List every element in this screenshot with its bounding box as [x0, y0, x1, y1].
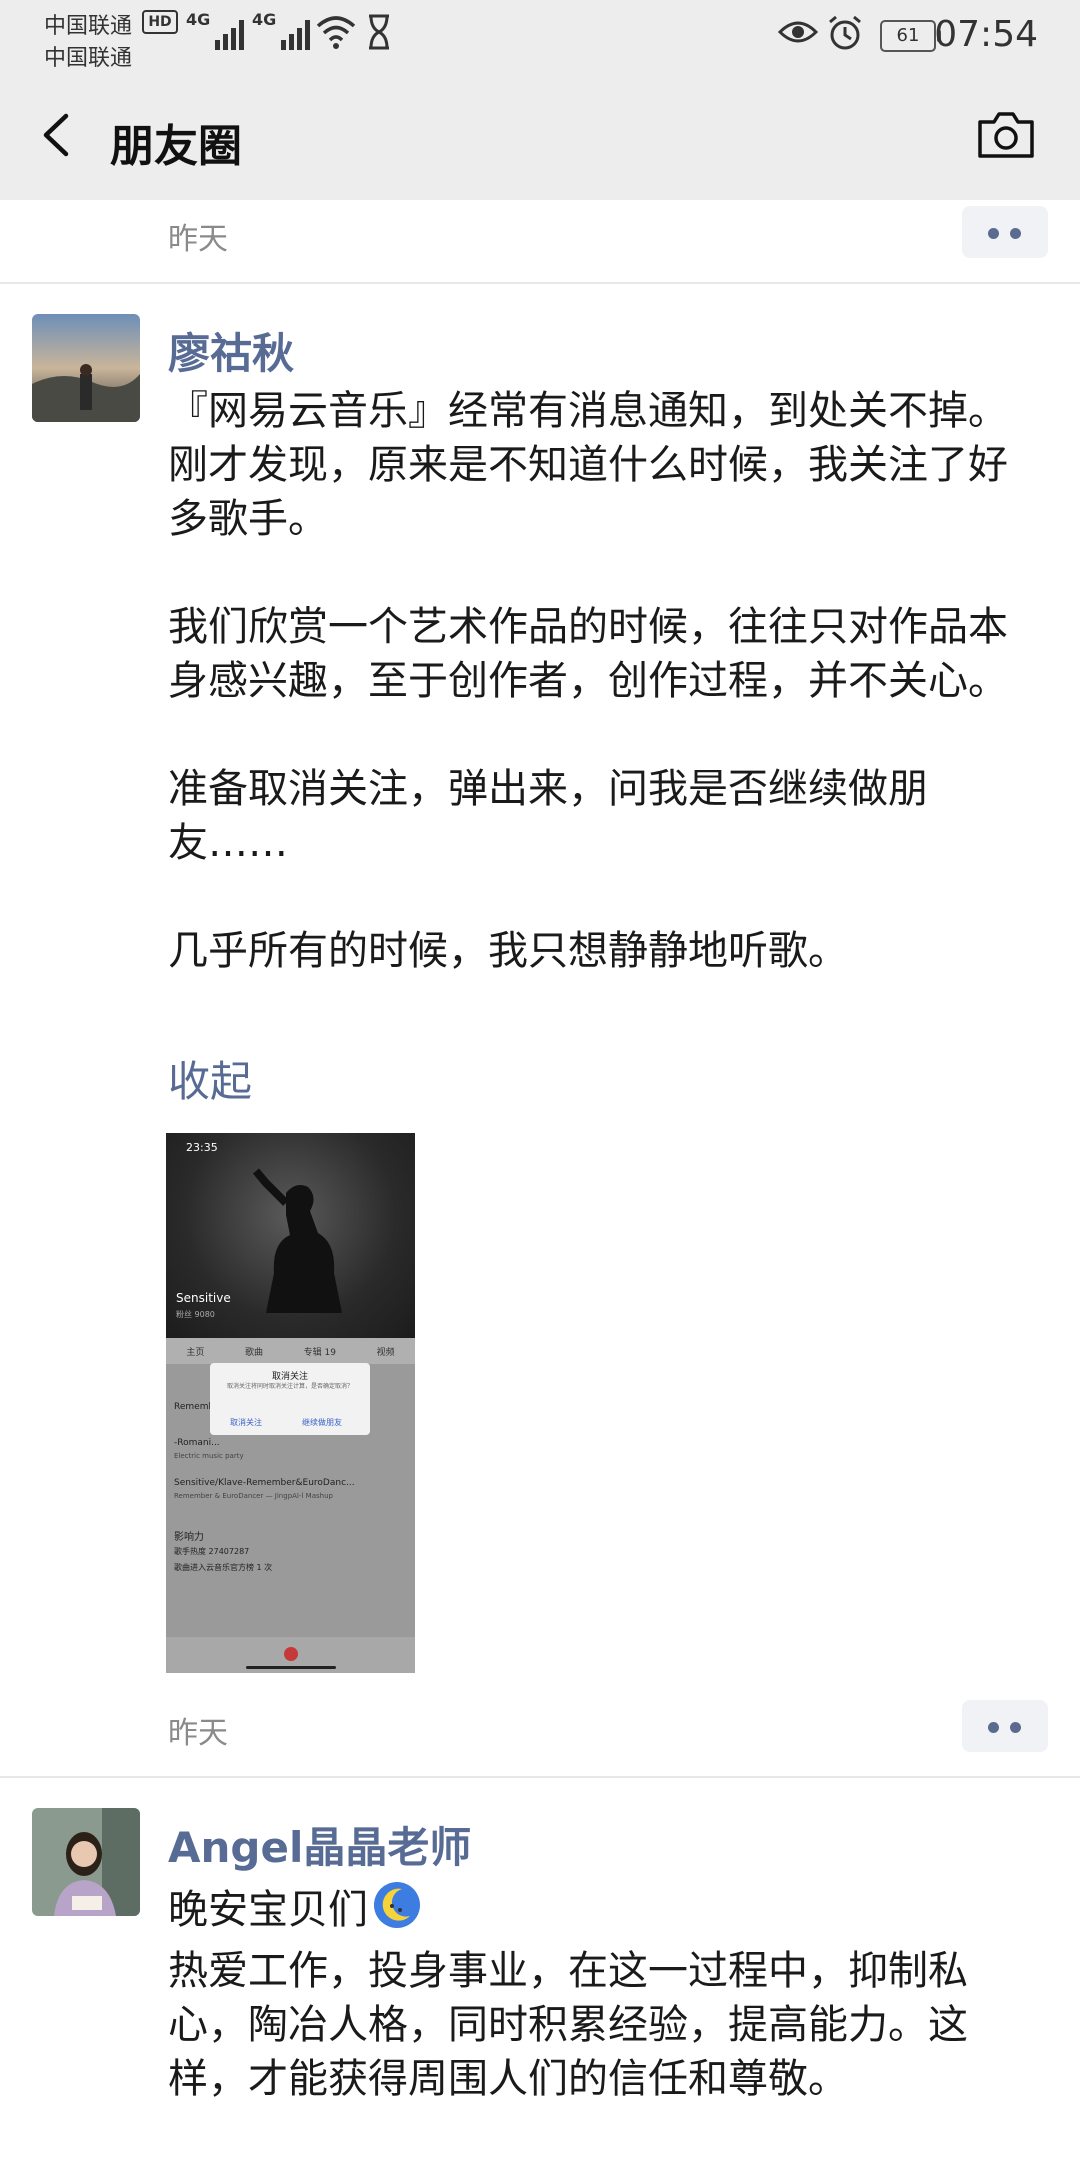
image-row: Sensitive/Klave-Remember&EuroDanc...: [174, 1478, 355, 1488]
post-time: 昨天: [168, 222, 228, 257]
post-paragraph: 几乎所有的时候，我只想静静地听歌。: [168, 928, 848, 974]
carrier-label-1: 中国联通: [44, 14, 133, 39]
image-home-indicator: [246, 1666, 336, 1669]
post-image[interactable]: 23:35 Sensitive 粉丝 9080 主页 歌曲 专辑 19 视频 R…: [166, 1133, 415, 1673]
image-dialog: 取消关注 取消关注将同时取消关注计算，是否确定取消？ 取消关注 继续做朋友: [210, 1363, 370, 1435]
image-row: 歌手热度 27407287: [174, 1547, 250, 1556]
image-dialog-keep: 继续做朋友: [302, 1418, 342, 1427]
post-text: 晚安宝贝们 热爱工作，投身事业，在这一过程中，抑制私心，陶冶人格，同时积累经验，…: [168, 1880, 1008, 2106]
singer-silhouette: [252, 1168, 342, 1313]
image-tab: 主页: [186, 1347, 205, 1358]
image-time: 23:35: [186, 1141, 218, 1154]
image-header: 23:35 Sensitive 粉丝 9080: [166, 1133, 415, 1338]
image-tab: 歌曲: [245, 1347, 264, 1358]
post-greeting: 晚安宝贝们: [168, 1887, 368, 1933]
image-row: 歌曲进入云音乐官方榜 1 次: [174, 1563, 273, 1572]
post-paragraph: 准备取消关注，弹出来，问我是否继续做朋友……: [168, 766, 928, 866]
image-row: -Romani...: [174, 1438, 220, 1448]
collapse-link[interactable]: 收起: [168, 1048, 252, 1109]
signal-icon-2: 4G: [252, 10, 311, 50]
image-bottom-bar: [166, 1637, 415, 1673]
hourglass-icon: [369, 14, 389, 50]
image-artist: Sensitive: [176, 1291, 231, 1305]
image-fans: 粉丝 9080: [176, 1310, 215, 1319]
page-title: 朋友圈: [110, 121, 242, 172]
top-bar: 朋友圈: [0, 70, 1080, 200]
battery-indicator: 61: [880, 20, 941, 52]
post-time: 昨天: [168, 1716, 228, 1751]
comment-more-button[interactable]: [962, 206, 1048, 258]
status-bar: 中国联通 中国联通 HD 4G 4G 61 07:54: [0, 0, 1080, 71]
image-tabs: 主页 歌曲 专辑 19 视频: [166, 1338, 415, 1364]
image-dialog-cancel: 取消关注: [230, 1418, 262, 1427]
post-paragraph: 我们欣赏一个艺术作品的时候，往往只对作品本身感兴趣，至于创作者，创作过程，并不关…: [168, 604, 1008, 704]
avatar[interactable]: [32, 1808, 140, 1916]
image-row: Remember & EuroDancer — JingpAI-l Mashup: [174, 1492, 333, 1500]
avatar-photo: [32, 314, 140, 422]
back-arrow-icon[interactable]: [34, 110, 84, 160]
camera-icon[interactable]: [976, 106, 1036, 162]
image-row: 影响力: [174, 1532, 204, 1543]
poster-name[interactable]: 廖祜秋: [168, 320, 294, 381]
moon-emoji-icon: [372, 1880, 422, 1944]
alarm-icon: [829, 15, 861, 50]
post-divider: [0, 282, 1080, 284]
status-time: 07:54: [934, 14, 1038, 55]
post-first-line: 晚安宝贝们: [168, 1880, 1008, 1944]
post-divider: [0, 1776, 1080, 1778]
image-row: Electric music party: [174, 1452, 244, 1460]
post-paragraph: 『网易云音乐』经常有消息通知，到处关不掉。刚才发现，原来是不知道什么时候，我关注…: [168, 388, 1008, 542]
hd-badge: HD: [142, 10, 178, 34]
image-tab: 专辑 19: [303, 1347, 336, 1358]
poster-name[interactable]: Angel晶晶老师: [168, 1814, 471, 1875]
post-text: 『网易云音乐』经常有消息通知，到处关不掉。刚才发现，原来是不知道什么时候，我关注…: [168, 384, 1008, 978]
image-dialog-message: 取消关注将同时取消关注计算，是否确定取消？: [226, 1383, 353, 1390]
avatar[interactable]: [32, 314, 140, 422]
post-paragraph: 热爱工作，投身事业，在这一过程中，抑制私心，陶冶人格，同时积累经验，提高能力。这…: [168, 1948, 968, 2102]
image-dialog-title: 取消关注: [271, 1372, 308, 1382]
comment-more-button[interactable]: [962, 1700, 1048, 1752]
avatar-photo: [32, 1808, 140, 1916]
carrier-label-2: 中国联通: [44, 46, 133, 71]
signal-icon-1: 4G: [186, 10, 245, 50]
image-tab: 视频: [376, 1347, 395, 1358]
image-play-icon: [284, 1647, 298, 1661]
eye-icon: [778, 21, 818, 43]
wifi-icon: [316, 16, 356, 49]
